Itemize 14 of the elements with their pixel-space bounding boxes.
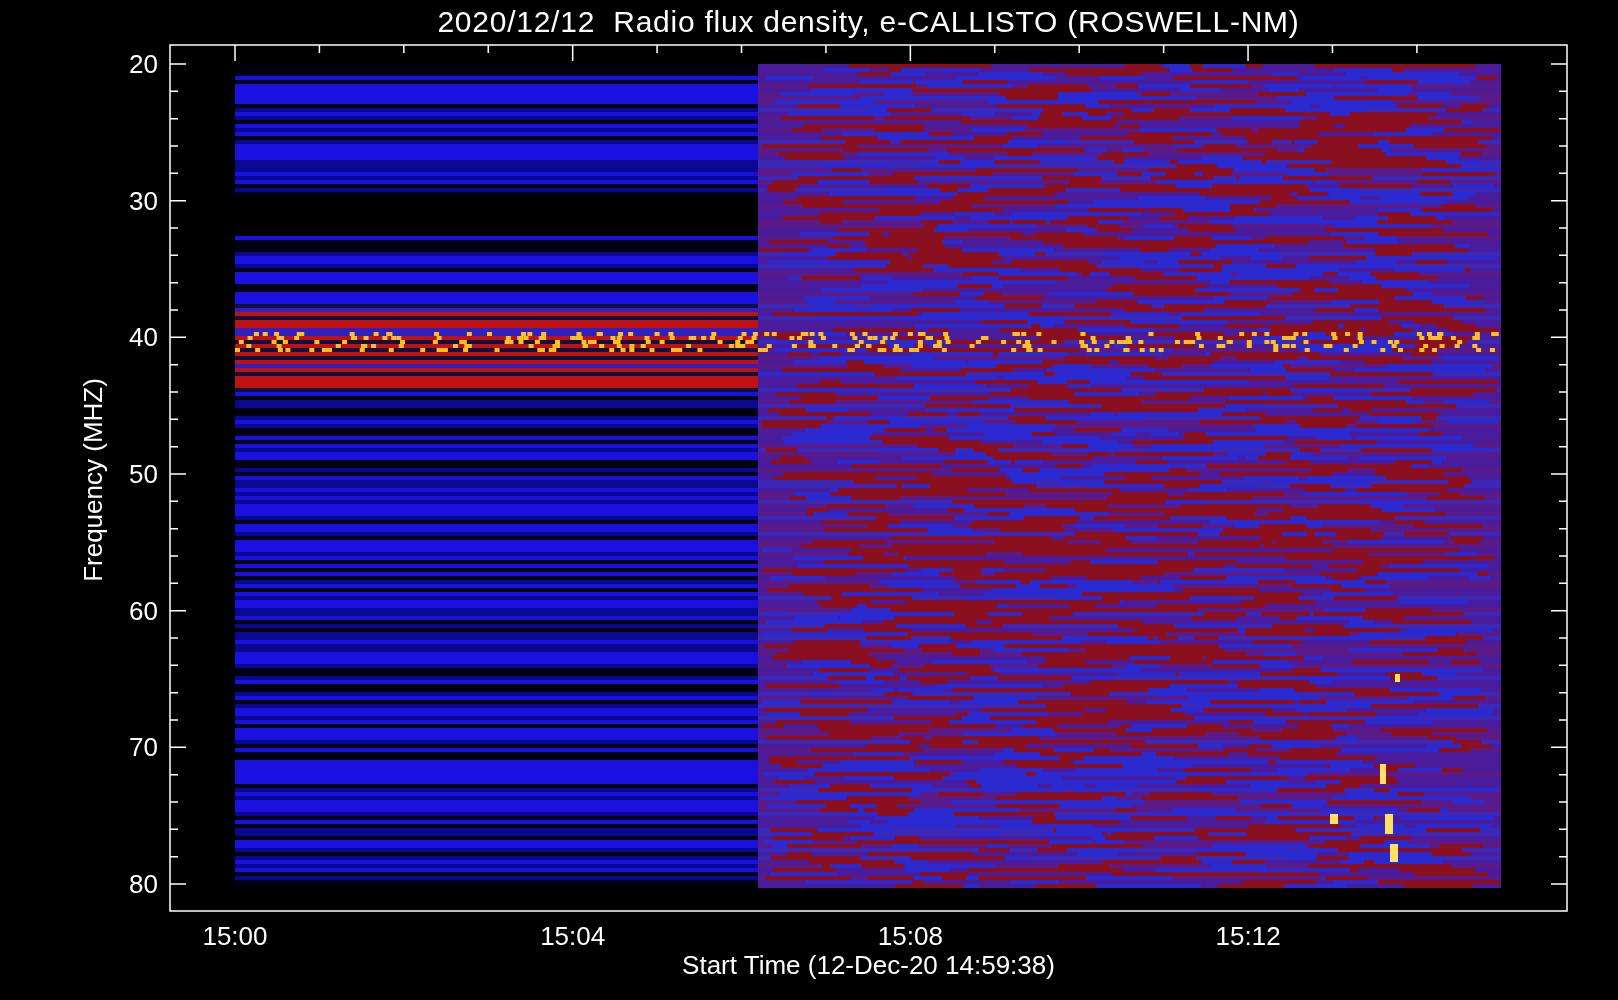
tick-label: 60 (129, 595, 158, 626)
tick-label: 30 (129, 185, 158, 216)
chart-title: 2020/12/12 Radio flux density, e-CALLISTO (ROSWELL-NM) (437, 5, 1300, 39)
tick-label: 80 (129, 869, 158, 899)
tick-label: 50 (129, 459, 158, 489)
axis-label: Frequency (MHZ) (78, 378, 108, 582)
tick-label: 15:04 (540, 921, 606, 949)
tick-label: 40 (129, 322, 158, 353)
axis-label: Start Time (12-Dec-20 14:59:38) (682, 950, 1055, 980)
tick-label: 20 (129, 49, 158, 79)
tick-label: 70 (129, 732, 158, 763)
tick-label: 15:00 (202, 921, 268, 949)
tick-label: 15:12 (1215, 921, 1281, 949)
tick-label: 15:08 (877, 921, 943, 949)
